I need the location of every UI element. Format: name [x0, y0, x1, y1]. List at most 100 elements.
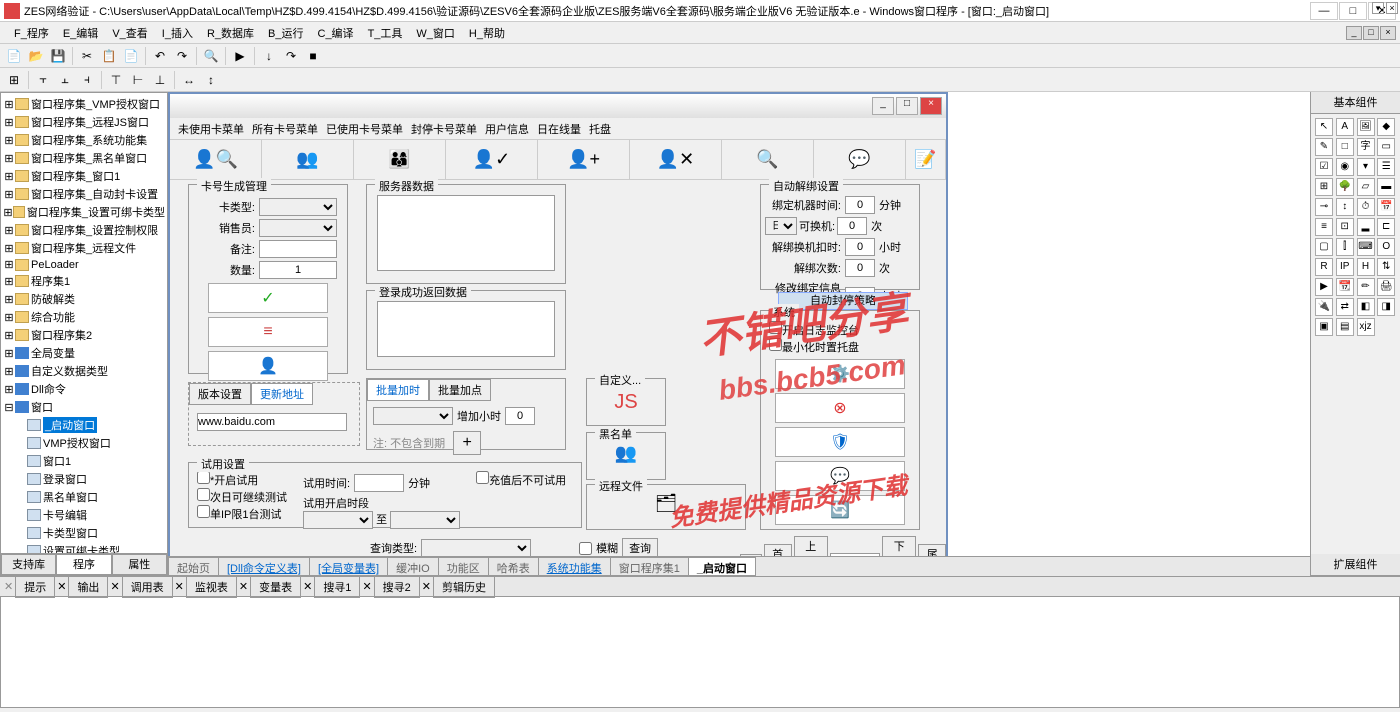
tb-stop[interactable]: ■ — [303, 46, 323, 66]
comp-timer[interactable]: ⏱ — [1357, 198, 1375, 216]
input-batch-hour[interactable] — [505, 407, 535, 425]
tb-open[interactable]: 📂 — [26, 46, 46, 66]
comp-misc4[interactable]: ▤ — [1336, 318, 1354, 336]
tb-undo[interactable]: ↶ — [150, 46, 170, 66]
menu-database[interactable]: R_数据库 — [201, 23, 260, 43]
panel-close-icon[interactable]: × — [1386, 2, 1398, 14]
chk-log[interactable] — [769, 321, 782, 334]
tb-redo[interactable]: ↷ — [172, 46, 192, 66]
comp-misc1[interactable]: ◧ — [1357, 298, 1375, 316]
comp-misc3[interactable]: ▣ — [1315, 318, 1333, 336]
comp-ext[interactable]: xjz — [1357, 318, 1375, 336]
comp-serial[interactable]: ⇄ — [1336, 298, 1354, 316]
sel-card-type[interactable] — [259, 198, 337, 216]
comp-group[interactable]: ⊏ — [1377, 218, 1395, 236]
tab-program[interactable]: 程序 — [56, 554, 111, 575]
etab-sysfunc[interactable]: 系统功能集 — [538, 557, 611, 576]
etab-start[interactable]: 起始页 — [168, 557, 219, 576]
comp-edit[interactable]: ✎ — [1315, 138, 1333, 156]
comp-shape[interactable]: ◆ — [1377, 118, 1395, 136]
comp-status[interactable]: ▂ — [1357, 218, 1375, 236]
sel-day[interactable]: 日 — [765, 217, 797, 235]
btn-user[interactable]: 👤 — [208, 351, 328, 381]
tb-run[interactable]: ▶ — [230, 46, 250, 66]
minimize-button[interactable]: — — [1310, 2, 1338, 20]
otab-output[interactable]: 输出 — [68, 576, 108, 598]
tree-node[interactable]: ⊞Dll命令 — [3, 380, 165, 398]
tb-align-bot[interactable]: ⊥ — [150, 70, 170, 90]
otab-var[interactable]: 变量表 — [250, 576, 301, 598]
tb-find[interactable]: 🔍 — [201, 46, 221, 66]
tree-node[interactable]: ⊞窗口程序集_系统功能集 — [3, 131, 165, 149]
comp-radio[interactable]: ◉ — [1336, 158, 1354, 176]
server-data-text[interactable] — [377, 195, 555, 271]
comp-check[interactable]: ☑ — [1315, 158, 1333, 176]
rp-title-ext[interactable]: 扩展组件 — [1311, 554, 1400, 576]
etab-dll[interactable]: [Dll命令定义表] — [218, 557, 310, 576]
output-area[interactable] — [0, 596, 1400, 708]
tb-copy[interactable]: 📋 — [99, 46, 119, 66]
mdi-min[interactable]: _ — [1346, 26, 1362, 40]
btn-generate[interactable]: ✓ — [208, 283, 328, 313]
comp-list[interactable]: ☰ — [1377, 158, 1395, 176]
tab-version[interactable]: 版本设置 — [189, 383, 251, 405]
tb-align-left[interactable]: ⫟ — [33, 70, 53, 90]
tb-align-right[interactable]: ⫞ — [77, 70, 97, 90]
tab-support-lib[interactable]: 支持库 — [1, 554, 56, 575]
comp-splitter[interactable]: ⫿ — [1336, 238, 1354, 256]
etab-bufio[interactable]: 缓冲IO — [387, 557, 439, 576]
comp-combo[interactable]: ▾ — [1357, 158, 1375, 176]
form-max-icon[interactable]: □ — [896, 97, 918, 115]
tab-batch-time[interactable]: 批量加时 — [367, 379, 429, 401]
comp-progress[interactable]: ▬ — [1377, 178, 1395, 196]
comp-date[interactable]: 📅 — [1377, 198, 1395, 216]
otab-hint[interactable]: 提示 — [15, 576, 55, 598]
comp-header[interactable]: H — [1357, 258, 1375, 276]
tree-node[interactable]: ⊞窗口程序集_远程JS窗口 — [3, 113, 165, 131]
comp-button[interactable]: ▭ — [1377, 138, 1395, 156]
chk-recharge[interactable] — [476, 471, 489, 484]
fm-tray[interactable]: 托盘 — [589, 121, 611, 137]
btn-stack[interactable]: ≡ — [208, 317, 328, 347]
btn-refresh[interactable]: 🔄 — [775, 495, 905, 525]
btn-batch-add[interactable]: + — [453, 431, 481, 455]
tree-node[interactable]: ⊞窗口程序集_窗口1 — [3, 167, 165, 185]
btn-shield[interactable]: 🛡 — [775, 427, 905, 457]
etab-hash[interactable]: 哈希表 — [488, 557, 539, 576]
tab-properties[interactable]: 属性 — [112, 554, 167, 575]
icon-users[interactable]: 👥 — [262, 140, 354, 179]
icon-chat[interactable]: 💬 — [814, 140, 906, 179]
form-min-icon[interactable]: _ — [872, 97, 894, 115]
icon-user-ban[interactable]: 👤✕ — [630, 140, 722, 179]
comp-table[interactable]: ⊞ — [1315, 178, 1333, 196]
btn-search[interactable]: 查询 — [622, 538, 658, 558]
comp-pointer[interactable]: ↖ — [1315, 118, 1333, 136]
input-switch-cost[interactable] — [845, 238, 875, 256]
tb-save[interactable]: 💾 — [48, 46, 68, 66]
tree-window-item[interactable]: VMP授权窗口 — [3, 434, 165, 452]
tree-node[interactable]: ⊞自定义数据类型 — [3, 362, 165, 380]
mdi-max[interactable]: □ — [1363, 26, 1379, 40]
etab-startwin[interactable]: _启动窗口 — [688, 557, 756, 576]
comp-tab[interactable]: ▱ — [1357, 178, 1375, 196]
fm-all[interactable]: 所有卡号菜单 — [252, 121, 318, 137]
otab-watch[interactable]: 监视表 — [186, 576, 237, 598]
comp-socket[interactable]: 🔌 — [1315, 298, 1333, 316]
tree-window-item[interactable]: 登录窗口 — [3, 470, 165, 488]
comp-label[interactable]: A — [1336, 118, 1354, 136]
tb-same-h[interactable]: ↕ — [201, 70, 221, 90]
menu-view[interactable]: V_查看 — [106, 23, 153, 43]
fm-online[interactable]: 日在线量 — [537, 121, 581, 137]
icon-group[interactable]: 👨‍👩‍👦 — [354, 140, 446, 179]
tab-batch-point[interactable]: 批量加点 — [429, 379, 491, 401]
tree-node[interactable]: ⊞窗口程序集_设置可绑卡类型 — [3, 203, 165, 221]
comp-menu[interactable]: ≡ — [1315, 218, 1333, 236]
comp-text[interactable]: 字 — [1357, 138, 1375, 156]
otab-call[interactable]: 调用表 — [122, 576, 173, 598]
comp-ole[interactable]: O — [1377, 238, 1395, 256]
btn-stop[interactable]: ⊗ — [775, 393, 905, 423]
comp-slider[interactable]: ⊸ — [1315, 198, 1333, 216]
fm-banned[interactable]: 封停卡号菜单 — [411, 121, 477, 137]
input-bind-time[interactable] — [845, 196, 875, 214]
input-unbind-cnt[interactable] — [845, 259, 875, 277]
